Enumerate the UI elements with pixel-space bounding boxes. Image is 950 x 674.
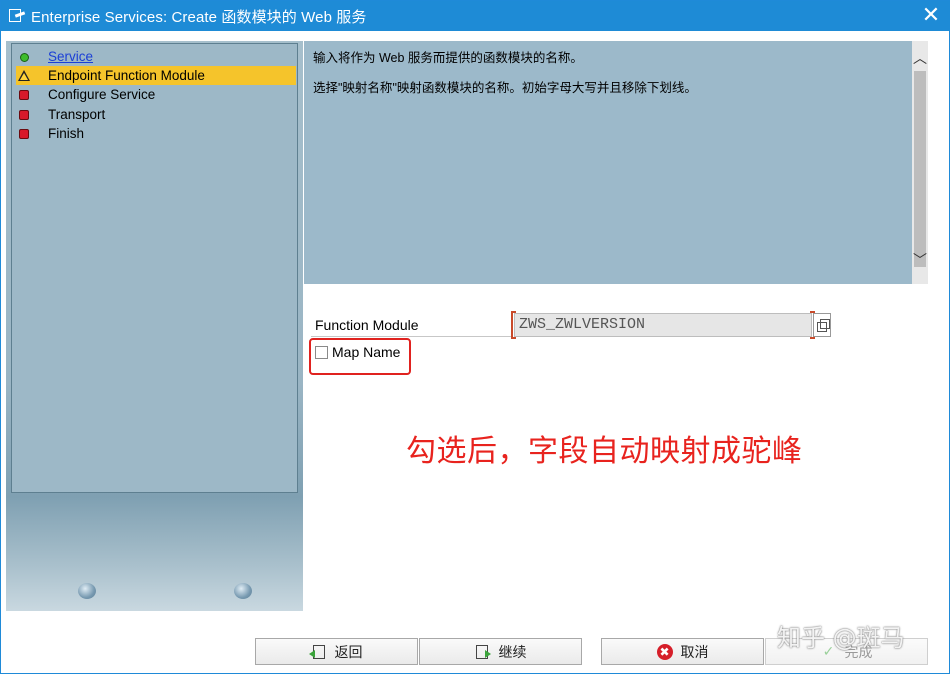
continue-button-label: 继续 [498, 643, 527, 660]
divider [311, 336, 511, 337]
cancel-button-label: 取消 [680, 643, 709, 660]
warning-triangle-icon [18, 69, 32, 83]
help-scrollbar[interactable]: ︿ ﹀ [912, 41, 928, 284]
continue-icon [475, 644, 491, 660]
close-icon[interactable]: ✕ [919, 4, 943, 28]
back-icon [308, 644, 327, 660]
help-line: 选择"映射名称"映射函数模块的名称。初始字母大写并且移除下划线。 [313, 81, 697, 95]
step-configure-service[interactable]: Configure Service [16, 85, 296, 104]
help-line: 输入将作为 Web 服务而提供的函数模块的名称。 [313, 51, 583, 65]
title-bar: Enterprise Services: Create 函数模块的 Web 服务… [1, 1, 950, 31]
required-marker [511, 311, 516, 339]
help-text-area: 输入将作为 Web 服务而提供的函数模块的名称。 选择"映射名称"映射函数模块的… [304, 41, 912, 284]
scroll-thumb[interactable] [914, 71, 926, 267]
step-label[interactable]: Service [48, 49, 93, 64]
step-label: Configure Service [48, 87, 156, 102]
back-button[interactable]: 返回 [255, 638, 418, 665]
function-module-field[interactable]: ZWS_ZWLVERSION [514, 313, 812, 337]
water-drop-decoration [234, 581, 254, 611]
step-transport[interactable]: Transport [16, 105, 296, 124]
chevron-down-icon[interactable]: ﹀ [912, 253, 928, 269]
highlight-box [309, 338, 411, 375]
red-square-icon [18, 108, 32, 122]
watermark: 知乎 @斑马 [777, 624, 905, 652]
value-help-icon[interactable] [813, 313, 831, 337]
chevron-up-icon[interactable]: ︿ [912, 51, 928, 67]
steps-list: Service Endpoint Function Module Configu… [11, 43, 298, 493]
wizard-steps-panel: Service Endpoint Function Module Configu… [6, 41, 303, 611]
function-module-label: Function Module [315, 317, 419, 333]
red-square-icon [18, 88, 32, 102]
wizard-window: Enterprise Services: Create 函数模块的 Web 服务… [0, 0, 950, 674]
step-endpoint-function-module[interactable]: Endpoint Function Module [16, 66, 296, 85]
edit-document-icon [8, 8, 26, 24]
back-button-label: 返回 [334, 643, 363, 660]
annotation-text: 勾选后，字段自动映射成驼峰 [406, 434, 803, 469]
continue-button[interactable]: 继续 [419, 638, 582, 665]
step-label: Finish [48, 126, 85, 141]
red-square-icon [18, 127, 32, 141]
cancel-button[interactable]: ✖ 取消 [601, 638, 764, 665]
cancel-icon: ✖ [656, 643, 673, 660]
window-title: Enterprise Services: Create 函数模块的 Web 服务 [31, 8, 367, 26]
step-label: Transport [48, 107, 106, 122]
step-label: Endpoint Function Module [48, 68, 205, 83]
step-service[interactable]: Service [16, 47, 296, 66]
water-drop-decoration [78, 581, 98, 611]
green-circle-icon [18, 50, 32, 64]
step-finish[interactable]: Finish [16, 124, 296, 143]
